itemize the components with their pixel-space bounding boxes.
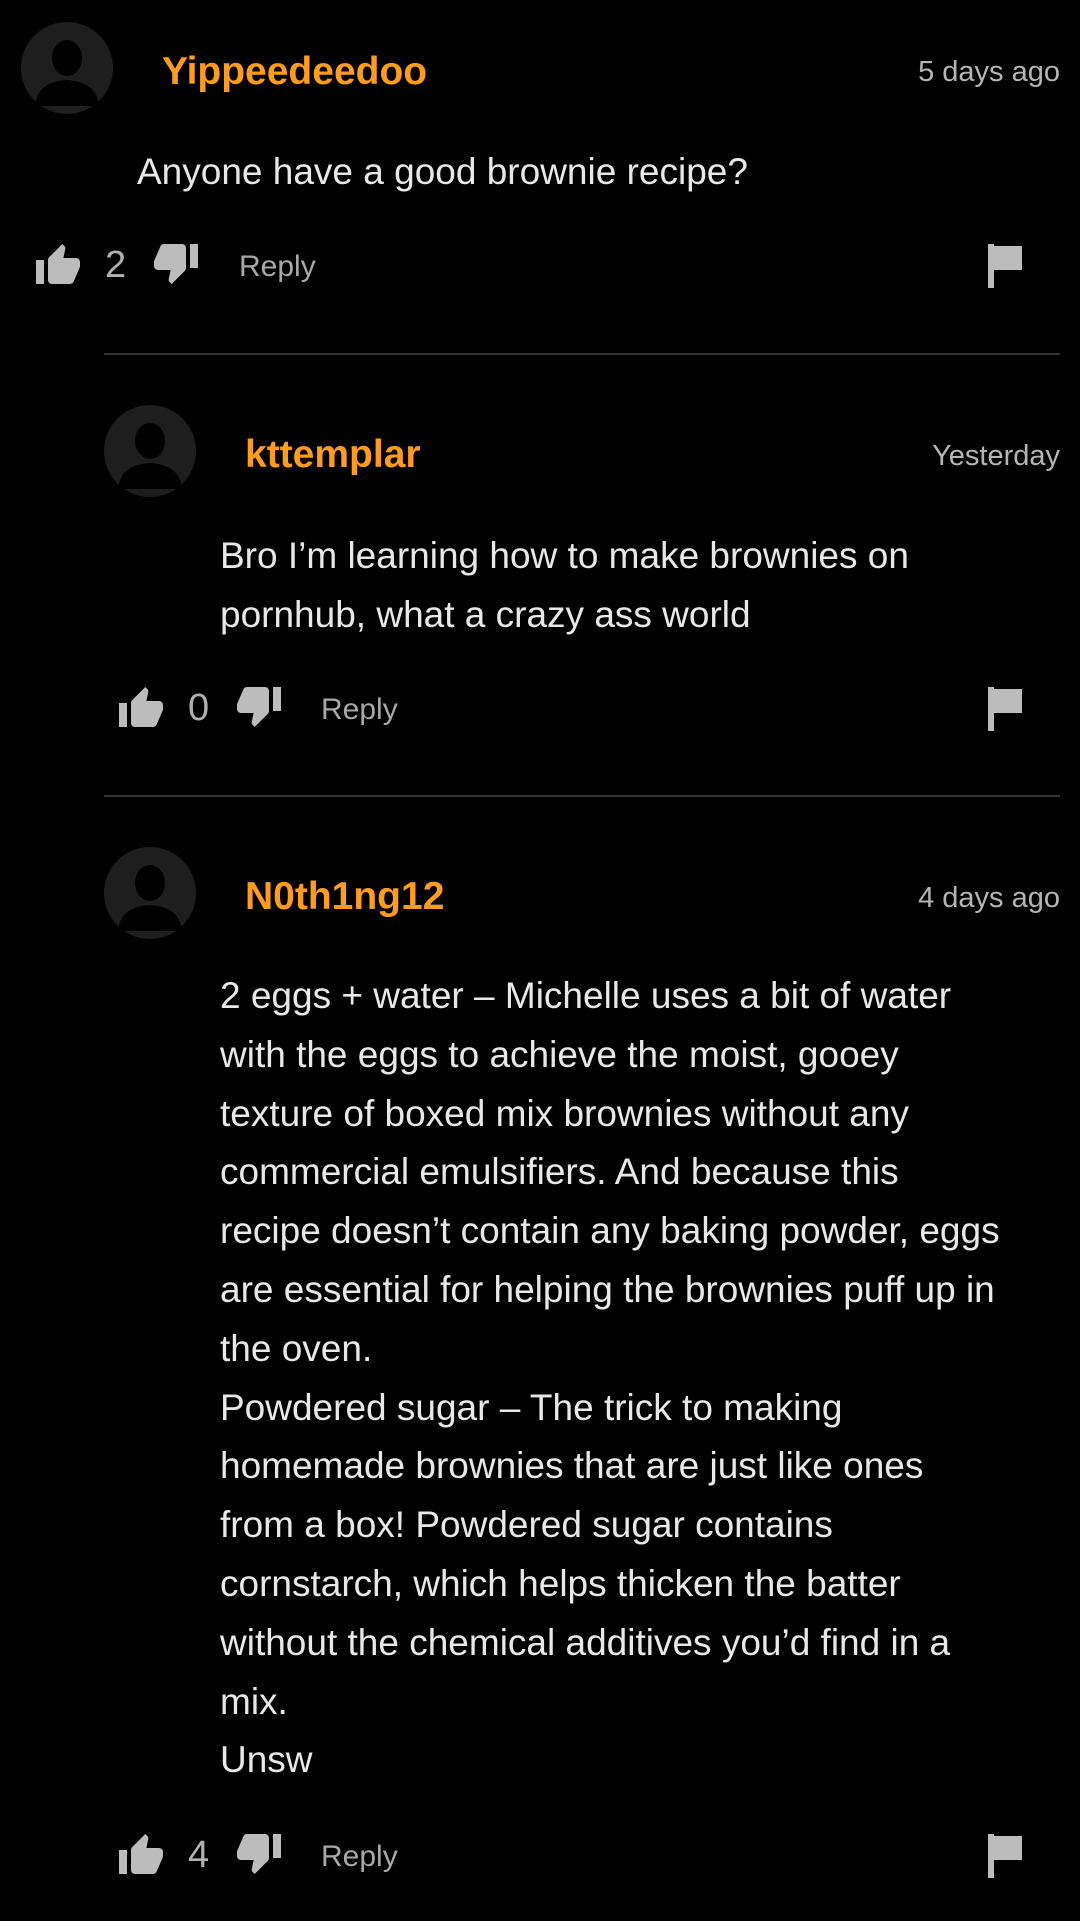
reply-button[interactable]: Reply (321, 1840, 398, 1874)
comment-timestamp: 4 days ago (918, 882, 1060, 914)
thumbs-down-icon[interactable] (235, 1828, 283, 1876)
comment-text: 2 eggs + water – Michelle uses a bit of … (220, 975, 1000, 1781)
reply-comment: N0th1ng12 4 days ago 2 eggs + water – Mi… (0, 0, 1060, 1921)
like-count: 4 (188, 1834, 210, 1876)
flag-icon[interactable] (986, 1834, 1026, 1878)
comment-username[interactable]: N0th1ng12 (245, 875, 444, 919)
avatar-silhouette-icon (104, 847, 196, 939)
thumbs-up-icon[interactable] (117, 1832, 165, 1880)
comment-actions: 4 Reply (0, 1832, 1060, 1888)
avatar[interactable] (104, 847, 196, 939)
